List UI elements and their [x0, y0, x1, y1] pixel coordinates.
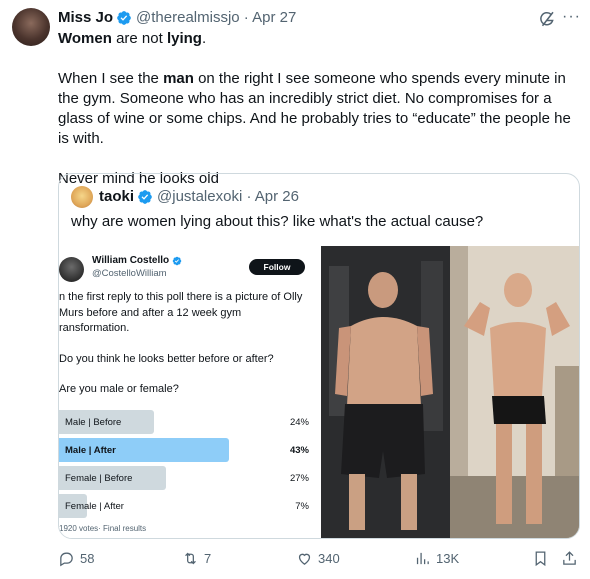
poll-screenshot-image[interactable]: William Costello @CostelloWilliam Follow…: [59, 246, 321, 538]
poll-option-percent: 27%: [289, 473, 309, 484]
tweet-line-1: Women are not lying.: [58, 29, 578, 49]
tweet-header: Miss Jo @therealmissjo · Apr 27: [58, 9, 296, 26]
repost-count: 7: [204, 551, 212, 566]
poll-question-text: n the first reply to this poll there is …: [59, 290, 304, 413]
poll-paragraph-1: n the first reply to this poll there is …: [59, 291, 303, 334]
author-handle-date[interactable]: @therealmissjo · Apr 27: [136, 9, 296, 26]
quote-author-name[interactable]: taoki: [99, 188, 134, 205]
quote-author-avatar[interactable]: [71, 186, 93, 208]
poll-option-winner: Male | After 43%: [59, 438, 309, 462]
views-icon: [416, 552, 429, 565]
poll-option: Female | Before 27%: [59, 466, 309, 490]
poll-option-label: Male | Before: [65, 417, 122, 428]
repost-icon: [185, 552, 196, 565]
poll-author-name-row: William Costello: [92, 255, 182, 266]
reply-count: 58: [80, 551, 95, 566]
views-button[interactable]: 13K: [414, 550, 459, 567]
poll-author-avatar: [59, 257, 84, 282]
tweet-paragraph-2: When I see the man on the right I see so…: [58, 69, 578, 149]
verified-badge-icon: [138, 189, 152, 204]
verified-badge-icon: [117, 10, 131, 25]
before-photo-figure: [321, 246, 450, 538]
verified-badge-icon: [172, 256, 182, 265]
poll-option: Male | Before 24%: [59, 410, 309, 434]
poll-option: Female | After 7%: [59, 494, 309, 518]
after-photo-figure: [450, 246, 579, 538]
poll-option-percent: 24%: [289, 417, 309, 428]
share-button[interactable]: [561, 550, 578, 567]
poll-paragraph-3: Are you male or female?: [59, 383, 179, 395]
quote-header: taoki @justalexoki · Apr 26: [99, 188, 299, 205]
quoted-tweet[interactable]: taoki @justalexoki · Apr 26 why are wome…: [58, 173, 580, 539]
tweet-text-span: When I see the: [58, 70, 164, 87]
tweet-text-span: .: [201, 30, 207, 47]
poll-option-label: Female | Before: [65, 473, 133, 484]
quote-author-handle-date[interactable]: @justalexoki · Apr 26: [157, 188, 299, 205]
share-icon: [563, 551, 576, 565]
tweet-text-span: are not: [111, 30, 167, 47]
author-avatar[interactable]: [12, 8, 50, 46]
before-photo[interactable]: [321, 246, 450, 538]
bookmark-icon: [535, 551, 546, 567]
repost-button[interactable]: 7: [182, 550, 211, 567]
poll-author-name: William Costello: [92, 255, 170, 266]
poll-paragraph-2: Do you think he looks better before or a…: [59, 352, 274, 365]
poll-author-handle: @CostelloWilliam: [92, 268, 167, 279]
views-count: 13K: [436, 551, 460, 566]
tweet-bold-word: lying: [166, 30, 202, 47]
like-button[interactable]: 340: [296, 550, 340, 567]
tweet-bold-word: Women: [58, 30, 112, 47]
tweet-actions-bar: 58 7 340 13K: [58, 550, 580, 570]
reply-icon: [60, 552, 73, 567]
poll-option-percent: 7%: [295, 501, 309, 512]
poll-option-label: Male | After: [65, 445, 116, 456]
after-photo[interactable]: [450, 246, 579, 538]
poll-option-percent: 43%: [289, 445, 309, 456]
like-count: 340: [318, 551, 340, 566]
bookmark-button[interactable]: [532, 550, 549, 567]
reply-button[interactable]: 58: [58, 550, 94, 567]
heart-icon: [298, 553, 311, 565]
tweet-bold-word: man: [163, 70, 194, 87]
quote-text: why are women lying about this? like wha…: [71, 213, 484, 230]
follow-button: Follow: [249, 259, 305, 275]
poll-option-label: Female | After: [65, 501, 124, 512]
poll-vote-count: 1920 votes· Final results: [59, 524, 147, 533]
more-options-icon[interactable]: ···: [562, 8, 581, 26]
author-name[interactable]: Miss Jo: [58, 9, 113, 26]
grok-icon[interactable]: [538, 10, 556, 28]
